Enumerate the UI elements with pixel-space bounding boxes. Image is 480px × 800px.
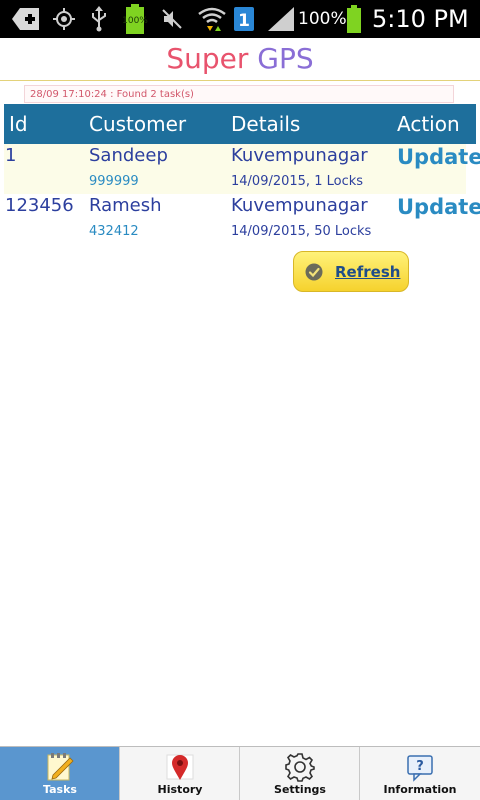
help-icon: ? [405,752,435,782]
wifi-icon [196,0,228,38]
tab-settings[interactable]: Settings [240,747,360,800]
tab-tasks[interactable]: Tasks [0,747,120,800]
map-pin-icon [165,752,195,782]
notepad-icon [45,752,75,782]
task-details: 14/09/2015, 1 Locks [231,174,364,189]
customer-code: 432412 [89,224,139,239]
task-details: 14/09/2015, 50 Locks [231,224,372,239]
task-id: 123456 [5,195,74,216]
status-bar: 100% 1 100% 5:10 PM [0,0,480,38]
refresh-button[interactable]: Refresh [293,251,409,292]
svg-text:?: ? [416,759,424,774]
battery-icon [343,0,365,38]
update-button[interactable]: Update [397,145,480,169]
gear-icon [285,752,315,782]
customer-code: 999999 [89,174,139,189]
app-title-super: Super [166,42,249,75]
svg-text:1: 1 [238,11,250,31]
column-header-id: Id [9,112,28,136]
update-button[interactable]: Update [397,195,480,219]
tab-label: Information [383,783,457,796]
table-row: 123456 Ramesh 432412 Kuvempunagar 14/09/… [4,194,480,244]
usb-icon [86,0,112,38]
bottom-tab-bar: Tasks History Settings ? Information [0,746,480,800]
app-title: Super GPS [0,38,480,80]
battery-percent: 100% [298,9,347,29]
task-location: Kuvempunagar [231,195,368,216]
sim-1-icon: 1 [232,0,256,38]
tab-label: History [157,783,203,796]
status-log: 28/09 17:10:24 : Found 2 task(s) [24,85,454,103]
column-header-customer: Customer [89,112,187,136]
task-location: Kuvempunagar [231,145,368,166]
task-id: 1 [5,145,17,166]
column-header-details: Details [231,112,301,136]
gps-icon [50,0,78,38]
clock: 5:10 PM [372,5,469,33]
table-header: Id Customer Details Action [4,104,476,144]
add-box-icon [8,0,44,38]
column-header-action: Action [397,112,460,136]
tab-label: Settings [274,783,326,796]
table-row: 1 Sandeep 999999 Kuvempunagar 14/09/2015… [4,144,480,194]
app-title-gps: GPS [257,42,314,75]
title-divider [0,80,480,81]
customer-name: Ramesh [89,195,162,216]
refresh-label: Refresh [335,263,401,281]
customer-name: Sandeep [89,145,168,166]
tab-information[interactable]: ? Information [360,747,480,800]
check-circle-icon [305,263,323,281]
signal-icon [265,0,297,38]
mute-icon [158,0,186,38]
tab-label: Tasks [43,783,77,796]
small-battery-label: 100% [122,16,148,26]
tab-history[interactable]: History [120,747,240,800]
